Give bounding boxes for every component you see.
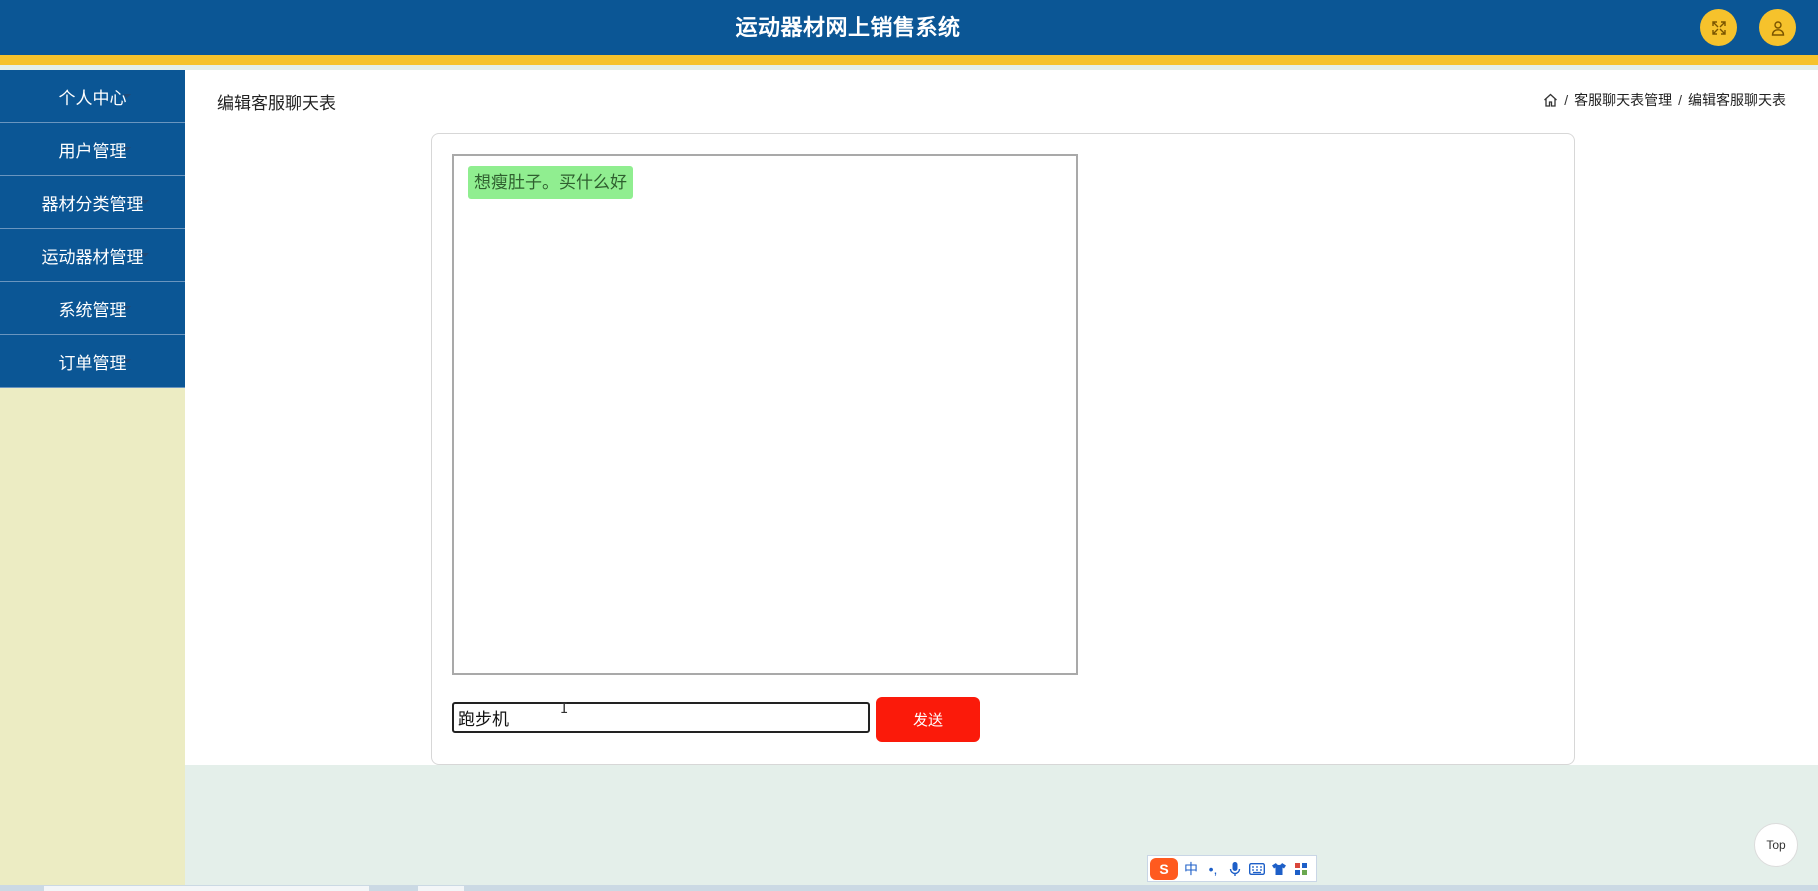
sidebar-item-label: 订单管理 [58,353,127,373]
fullscreen-button[interactable] [1700,9,1737,46]
ime-toolbar: S 中 •, [1147,855,1317,882]
bottom-scrollbar-thumb[interactable] [44,886,369,891]
sidebar-item-label: 个人中心 [58,88,127,108]
sidebar-item-user-management[interactable]: 用户管理 [0,123,185,176]
chevron-down-icon [123,306,131,310]
top-header: 运动器材网上销售系统 [0,0,1818,55]
sidebar-item-personal-center[interactable]: 个人中心 [0,70,185,123]
microphone-icon[interactable] [1226,858,1244,880]
breadcrumb-item-edit-chat: 编辑客服聊天表 [1688,92,1786,108]
fullscreen-icon [1711,20,1726,35]
ime-mode-toggle[interactable]: 中 [1182,858,1200,880]
sidebar-item-label: 运动器材管理 [41,247,144,267]
sidebar: 个人中心 用户管理 器材分类管理 运动器材管理 系统管理 订单管理 [0,70,185,891]
bottom-scrollbar-segment [418,886,464,891]
user-icon [1771,20,1784,36]
breadcrumb-item-chat-management[interactable]: 客服聊天表管理 [1574,90,1672,110]
back-to-top-button[interactable]: Top [1754,823,1798,867]
breadcrumb-separator: / [1564,92,1569,108]
ime-logo-icon[interactable]: S [1150,857,1178,880]
chat-message-area[interactable] [452,154,1078,675]
sidebar-item-equipment-management[interactable]: 运动器材管理 [0,229,185,282]
sidebar-item-category-management[interactable]: 器材分类管理 [0,176,185,229]
chevron-down-icon [123,359,131,363]
ime-punctuation-toggle[interactable]: •, [1204,858,1222,880]
chevron-down-icon [123,94,131,98]
send-button[interactable]: 发送 [876,697,980,742]
chevron-down-icon [123,147,131,151]
breadcrumb: / 客服聊天表管理 / 编辑客服聊天表 [1543,90,1786,110]
page-title: 编辑客服聊天表 [217,94,336,113]
chevron-down-icon [141,253,149,257]
grid-icon[interactable] [1292,858,1310,880]
keyboard-icon[interactable] [1248,858,1266,880]
user-button[interactable] [1759,9,1796,46]
chevron-down-icon [141,200,149,204]
chat-message-bubble: 想瘦肚子。买什么好 [468,166,633,199]
home-icon[interactable] [1543,93,1558,107]
breadcrumb-separator: / [1678,92,1682,108]
text-cursor-icon: I [560,701,569,717]
chat-input[interactable] [452,702,870,733]
sidebar-item-system-management[interactable]: 系统管理 [0,282,185,335]
shirt-icon[interactable] [1270,858,1288,880]
app-title: 运动器材网上销售系统 [735,15,961,40]
sidebar-item-label: 用户管理 [58,141,127,161]
sidebar-item-label: 器材分类管理 [41,194,144,214]
header-accent-stripe [0,55,1818,65]
sidebar-item-label: 系统管理 [58,300,127,320]
sidebar-item-order-management[interactable]: 订单管理 [0,335,185,388]
